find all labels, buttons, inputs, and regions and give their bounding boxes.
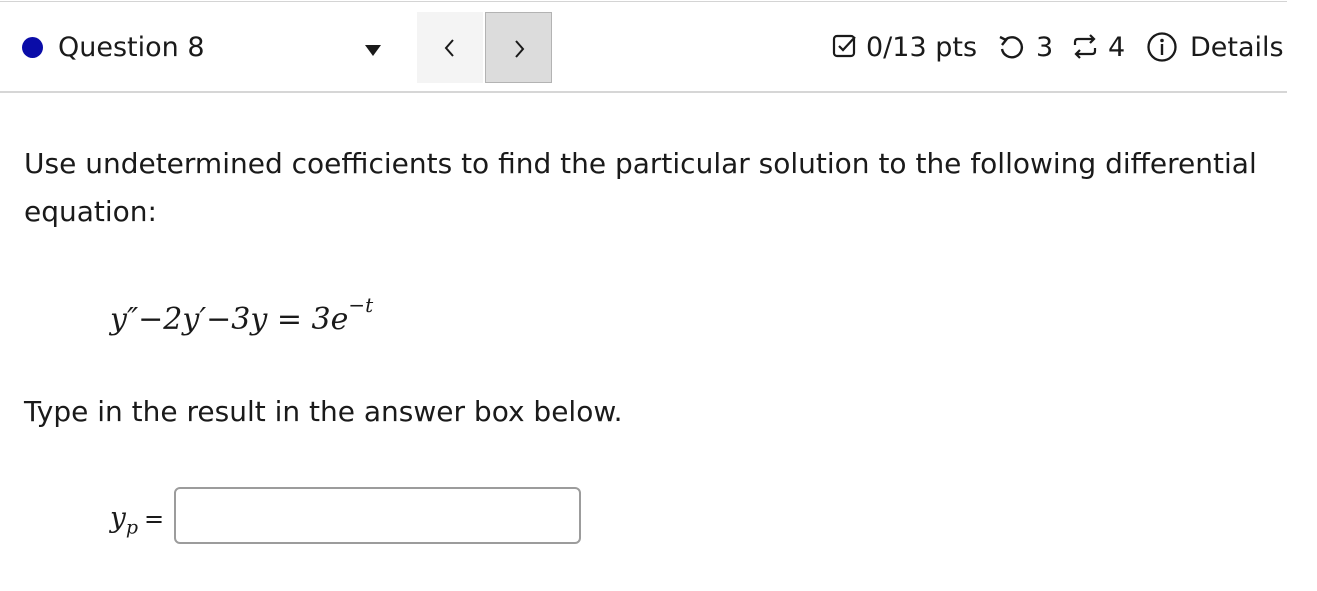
- answer-label: yp =: [110, 500, 164, 546]
- answer-input[interactable]: [174, 487, 581, 544]
- points-text: 0/13 pts: [866, 32, 978, 63]
- attempts-count: 4: [1108, 32, 1126, 63]
- details-label: Details: [1190, 32, 1284, 63]
- differential-equation: y″−2y′−3y = 3e−t: [110, 291, 373, 340]
- retry-icon: [999, 35, 1024, 59]
- answer-variable: y: [110, 501, 126, 534]
- question-status-dot-icon: [22, 37, 43, 58]
- question-dropdown-button[interactable]: [360, 41, 386, 61]
- question-prompt: Use undetermined coefficients to find th…: [24, 147, 1257, 228]
- question-header: Question 8 0/13 pts 3 4 Details: [0, 2, 1287, 93]
- answer-equals-sign: =: [144, 505, 165, 533]
- chevron-left-icon: [444, 39, 454, 57]
- equation-exponent: −t: [348, 293, 374, 317]
- question-title: Question 8: [58, 32, 205, 63]
- question-page: Question 8 0/13 pts 3 4 Details Use unde…: [0, 0, 1317, 591]
- details-button[interactable]: Details: [1146, 31, 1288, 65]
- previous-question-button[interactable]: [417, 12, 483, 83]
- info-icon: [1147, 32, 1177, 62]
- chevron-right-icon: [515, 40, 525, 58]
- checkbox-icon: [832, 34, 856, 58]
- next-question-button[interactable]: [485, 12, 552, 83]
- answer-subscript: p: [125, 516, 138, 539]
- caret-down-icon: [365, 45, 381, 56]
- repeat-icon: [1073, 34, 1097, 59]
- retries-count: 3: [1036, 32, 1054, 63]
- equation-lhs: y″−2y′−3y = 3e: [110, 302, 349, 337]
- answer-instruction: Type in the result in the answer box bel…: [24, 395, 623, 428]
